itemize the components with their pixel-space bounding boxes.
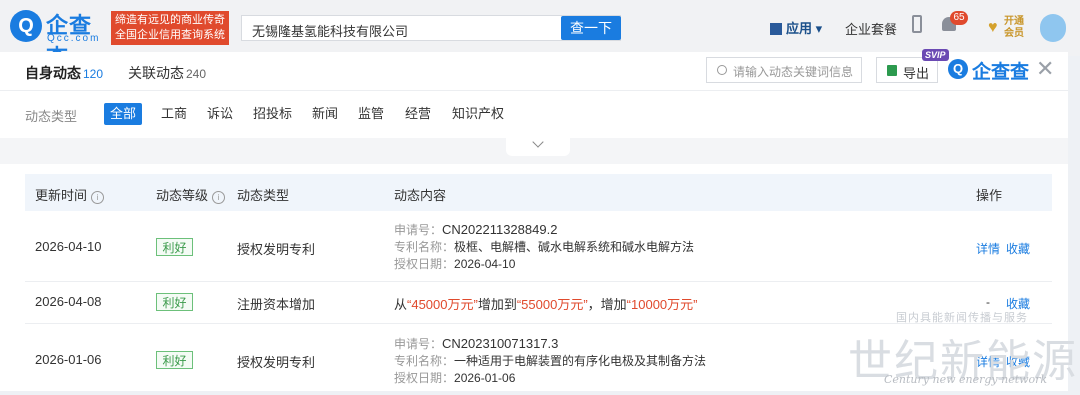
- filter-chip-regulation[interactable]: 监管: [352, 103, 390, 125]
- keyword-search-input[interactable]: 请输入动态关键词信息: [706, 57, 862, 83]
- content-value: 一种适用于电解装置的有序化电极及其制备方法: [454, 354, 707, 368]
- brand-mark-icon: Q: [948, 59, 968, 79]
- row-type: 注册资本增加: [237, 297, 316, 312]
- watermark: 国内具能新闻传播与服务 世纪新能源网 Century new energy ne…: [848, 305, 1080, 391]
- content-value: 极框、电解槽、碱水电解系统和碱水电解方法: [454, 240, 695, 254]
- header-type: 动态类型: [237, 188, 290, 203]
- content-key: 授权日期：: [394, 257, 455, 271]
- level-tag: 利好: [156, 238, 193, 256]
- table-header: 更新时间 i 动态等级 i 动态类型 动态内容 操作: [25, 174, 1052, 211]
- header-level-label: 动态等级: [156, 188, 209, 203]
- capital-increase: “10000万元”: [626, 297, 698, 312]
- header-level: 动态等级 i: [156, 185, 226, 204]
- filter-chip-news[interactable]: 新闻: [306, 103, 344, 125]
- filter-chip-operation[interactable]: 经营: [399, 103, 437, 125]
- capital-to: “55000万元”: [516, 297, 588, 312]
- mobile-icon[interactable]: [912, 15, 922, 33]
- search-icon: [717, 65, 727, 75]
- top-header: Q 企查查 Qcc.com 缔造有远见的商业传奇 全国企业信用查询系统 无锡隆基…: [0, 0, 1080, 70]
- user-avatar[interactable]: [1040, 14, 1066, 42]
- content-value: 2026-04-10: [454, 257, 516, 271]
- capital-from: “45000万元”: [407, 297, 478, 312]
- content-line: 申请号：CN202211328849.2: [394, 221, 557, 238]
- favorite-link[interactable]: 收藏: [1006, 240, 1030, 257]
- qcc-logo[interactable]: Q 企查查 Qcc.com: [10, 8, 110, 70]
- filter-chip-all[interactable]: 全部: [104, 103, 143, 125]
- row-date: 2026-01-06: [35, 352, 102, 367]
- content-value: 2026-01-06: [454, 371, 516, 385]
- tab-bar: 自身动态 120 关联动态 240 请输入动态关键词信息 导出 SVIP Q 企查查…: [0, 49, 1068, 91]
- app-menu[interactable]: 应用 ▾: [770, 18, 822, 37]
- level-tag: 利好: [156, 351, 193, 369]
- filter-chip-ip[interactable]: 知识产权: [446, 103, 510, 125]
- filter-row: 动态类型 全部 工商 诉讼 招投标 新闻 监管 经营 知识产权: [0, 100, 1068, 128]
- content-key: 授权日期：: [394, 371, 455, 385]
- content-value: CN202211328849.2: [442, 222, 558, 237]
- row-type: 授权发明专利: [237, 242, 316, 257]
- filter-chip-business[interactable]: 工商: [155, 103, 193, 125]
- content-key: 申请号：: [394, 337, 443, 351]
- capital-text: 增加到: [477, 297, 517, 312]
- level-tag: 利好: [156, 293, 193, 311]
- keyword-placeholder: 请输入动态关键词信息: [733, 65, 854, 79]
- header-content: 动态内容: [394, 188, 447, 203]
- slogan-line-2: 全国企业信用查询系统: [115, 29, 225, 41]
- detail-link[interactable]: 详情: [976, 240, 1000, 257]
- filter-chip-bidding[interactable]: 招投标: [247, 103, 298, 125]
- header-ops: 操作: [976, 188, 1003, 203]
- tab-self-count: 120: [83, 67, 104, 81]
- filter-label: 动态类型: [25, 109, 78, 124]
- enterprise-package-link[interactable]: 企业套餐: [845, 19, 897, 38]
- content-key: 专利名称：: [394, 240, 455, 254]
- watermark-english: Century new energy network: [884, 373, 1048, 386]
- content-line: 专利名称：极框、电解槽、碱水电解系统和碱水电解方法: [394, 238, 694, 255]
- search-value: 无锡隆基氢能科技有限公司: [252, 24, 409, 39]
- filter-chip-litigation[interactable]: 诉讼: [201, 103, 239, 125]
- slogan-banner: 缔造有远见的商业传奇 全国企业信用查询系统: [111, 11, 229, 45]
- vip-heart-icon: ♥: [988, 19, 998, 36]
- logo-domain: Qcc.com: [47, 33, 101, 44]
- capital-text: ，增加: [587, 297, 627, 312]
- tab-self-dynamics[interactable]: 自身动态 120: [25, 63, 103, 83]
- vip-label: 开通会员: [1004, 16, 1024, 39]
- grid-icon: [770, 23, 782, 35]
- excel-icon: [887, 65, 897, 76]
- content-key: 专利名称：: [394, 354, 455, 368]
- tab-related-dynamics[interactable]: 关联动态 240: [128, 63, 206, 83]
- tab-related-label: 关联动态: [128, 65, 184, 81]
- vip-button[interactable]: ♥ 开通会员: [988, 15, 1028, 41]
- content-line: 授权日期：2026-04-10: [394, 255, 515, 272]
- app-menu-label: 应用: [786, 21, 813, 36]
- content-line: 申请号：CN202310071317.3: [394, 335, 558, 352]
- content-key: 申请号：: [394, 223, 443, 237]
- content-line: 专利名称：一种适用于电解装置的有序化电极及其制备方法: [394, 352, 706, 369]
- logo-mark-icon: Q: [10, 10, 42, 42]
- info-icon[interactable]: i: [91, 191, 105, 204]
- search-button[interactable]: 查一下: [561, 16, 621, 40]
- info-icon[interactable]: i: [212, 191, 226, 204]
- row-type: 授权发明专利: [237, 355, 316, 370]
- table-row: 2026-04-10 利好 授权发明专利 申请号：CN202211328849.…: [25, 211, 1052, 282]
- tab-related-count: 240: [186, 67, 207, 81]
- close-icon[interactable]: ✕: [1036, 58, 1054, 80]
- notification-badge: 65: [950, 11, 968, 25]
- header-time: 更新时间 i: [35, 185, 105, 204]
- row-date: 2026-04-08: [35, 294, 102, 309]
- header-time-label: 更新时间: [35, 188, 88, 203]
- svip-badge: SVIP: [922, 49, 949, 61]
- capital-text: 从: [394, 297, 408, 312]
- row-date: 2026-04-10: [35, 239, 102, 254]
- tab-self-label: 自身动态: [25, 65, 81, 81]
- slogan-line-1: 缔造有远见的商业传奇: [115, 14, 225, 26]
- capital-change: 从“45000万元”增加到“55000万元”，增加“10000万元”: [394, 294, 697, 313]
- export-label: 导出: [903, 66, 930, 81]
- watermark-tagline: 国内具能新闻传播与服务: [896, 312, 1028, 324]
- content-line: 授权日期：2026-01-06: [394, 369, 515, 386]
- expand-filters-button[interactable]: [506, 136, 570, 156]
- chevron-down-icon: [532, 136, 544, 148]
- brand-text: 企查查: [972, 62, 1030, 83]
- content-value: CN202310071317.3: [442, 336, 559, 351]
